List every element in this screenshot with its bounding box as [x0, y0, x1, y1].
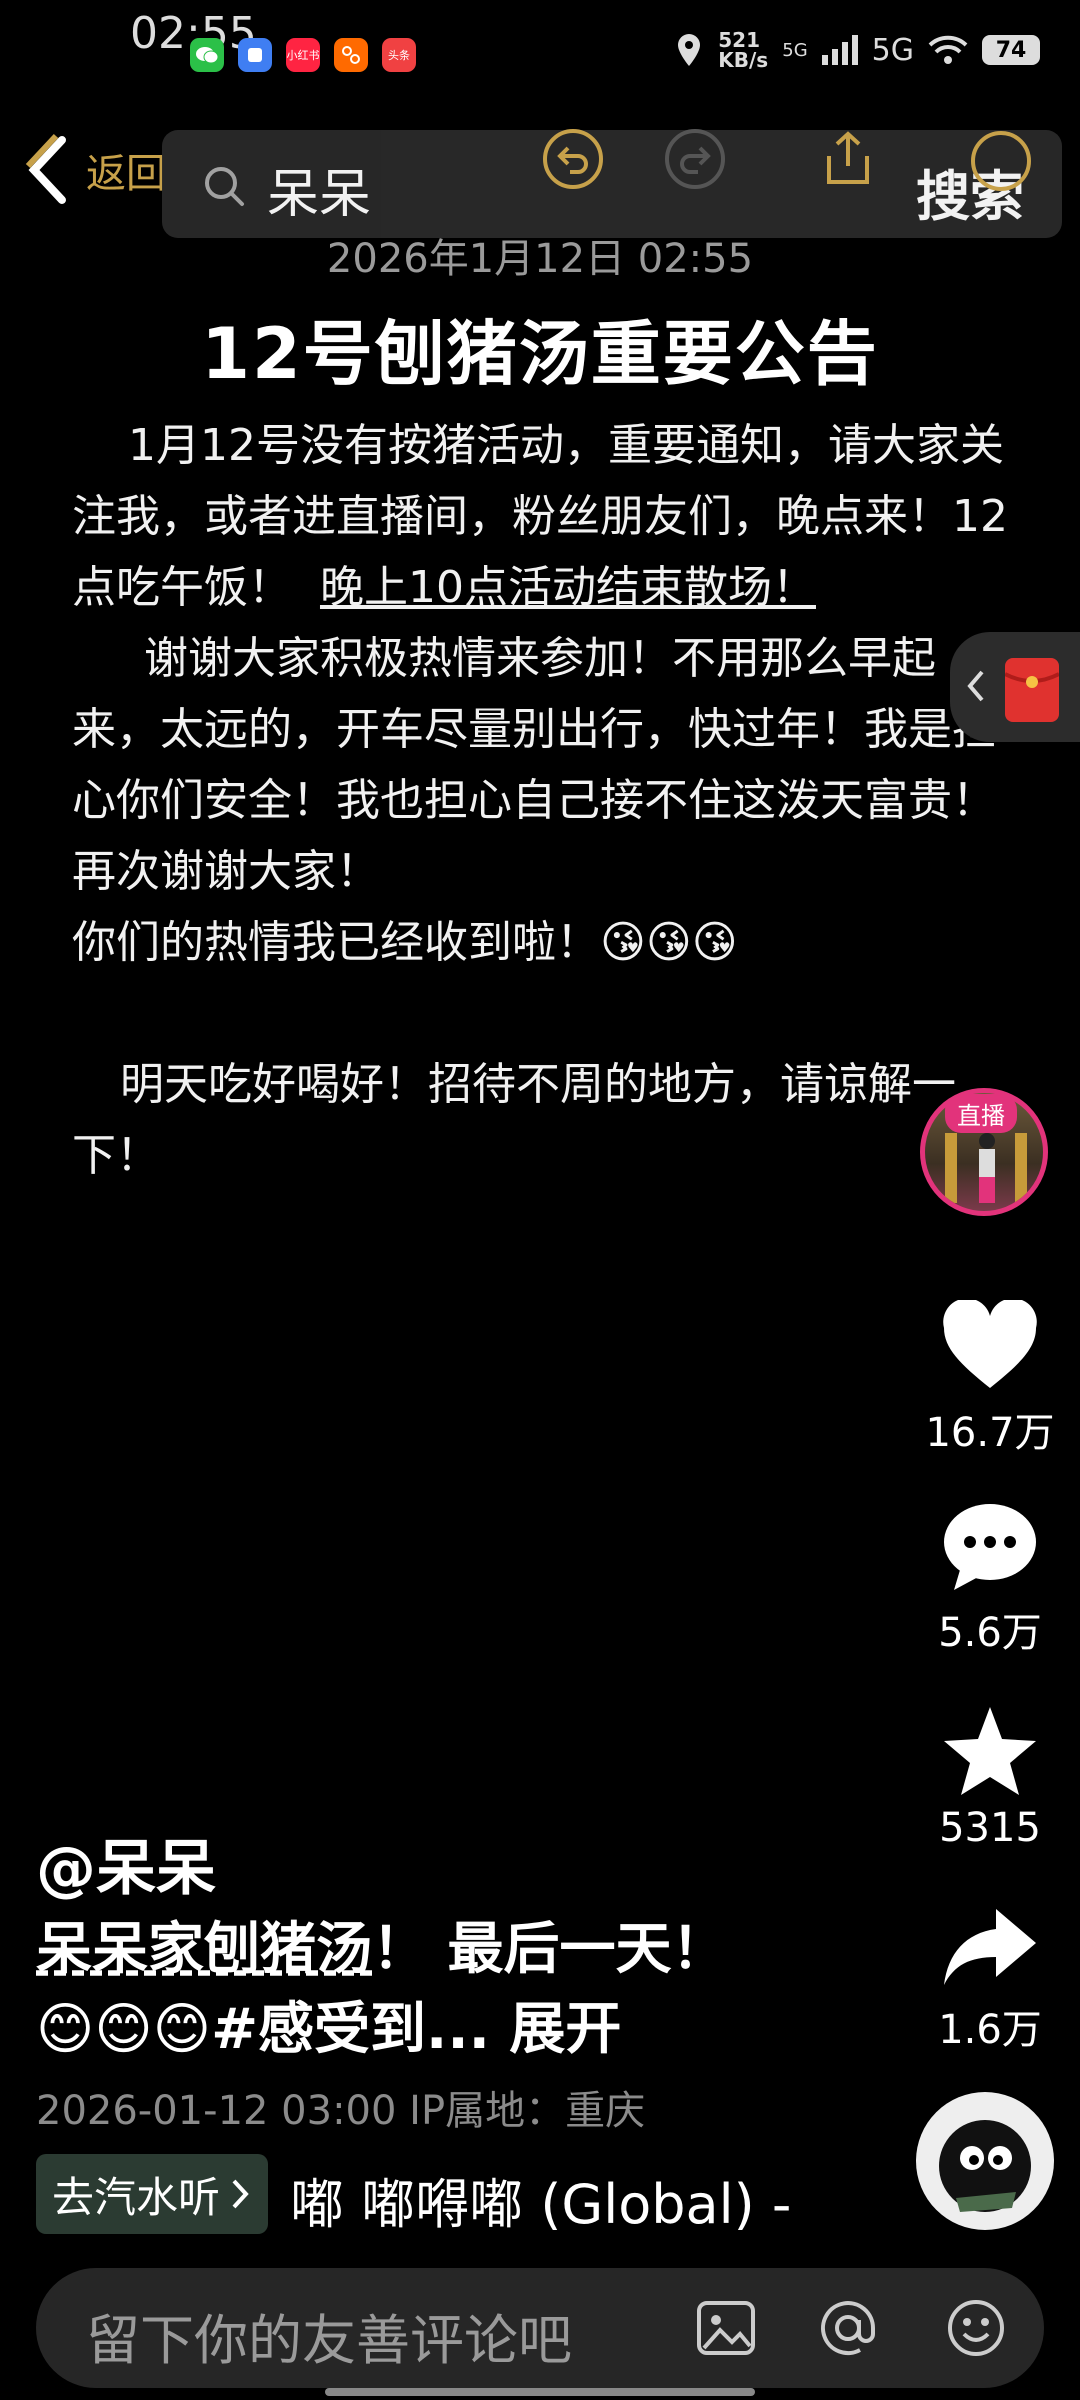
- heart-icon: [943, 1298, 1037, 1388]
- like-count: 16.7万: [925, 1410, 1055, 1456]
- comment-bar[interactable]: 留下你的友善评论吧: [36, 2268, 1044, 2388]
- status-bar: 02:55 小红书 头条 521 KB/s 5G 5G 74: [0, 0, 1080, 120]
- toutiao-icon: 头条: [382, 38, 416, 72]
- comment-button[interactable]: 5.6万: [920, 1500, 1060, 1658]
- at-icon[interactable]: [818, 2298, 878, 2358]
- signal-icon: [821, 35, 858, 65]
- like-button[interactable]: 16.7万: [920, 1298, 1060, 1458]
- post-date: 2026年1月12日 02:55: [326, 236, 754, 282]
- network-type: 5G: [782, 39, 808, 61]
- wifi-icon: [928, 35, 968, 64]
- post-paragraph: 明天吃好喝好！招待不周的地方，请谅解一下！: [72, 1059, 956, 1181]
- share-arrow-icon: [944, 1909, 1036, 1985]
- redo-icon[interactable]: [662, 126, 728, 192]
- live-badge: 直播: [945, 1094, 1017, 1133]
- music-tag[interactable]: 去汽水听: [36, 2154, 269, 2234]
- comment-icon: [944, 1504, 1036, 1590]
- home-indicator[interactable]: [325, 2388, 755, 2396]
- video-description: 呆呆家刨猪汤！ 最后一天！ 😊😊😊#感受到... 展开: [36, 1917, 728, 2062]
- net-speed: 521 KB/s: [718, 28, 769, 72]
- expand-button[interactable]: 展开: [509, 1997, 621, 2062]
- emoji-icon[interactable]: [946, 2298, 1006, 2358]
- author-name[interactable]: @呆呆: [36, 1820, 216, 1907]
- back-label: 返回: [86, 151, 166, 197]
- comment-input[interactable]: 留下你的友善评论吧: [86, 2296, 572, 2375]
- post-paragraph: 你们的热情我已经收到啦！😘😘😘: [72, 917, 738, 968]
- emoji-icon[interactable]: [968, 128, 1034, 194]
- chevron-right-icon: [232, 2179, 249, 2209]
- share-button[interactable]: 1.6万: [920, 1905, 1060, 2055]
- post-paragraph: 谢谢大家积极热情来参加！不用那么早起来，太远的，开车尽量别出行，快过年！我是担心…: [72, 633, 996, 897]
- taobao-icon: [334, 38, 368, 72]
- star-icon: [944, 1707, 1036, 1795]
- post-meta: 2026-01-12 03:00 IP属地：重庆: [36, 2088, 646, 2134]
- red-packet-icon[interactable]: [1004, 658, 1060, 722]
- image-icon[interactable]: [696, 2300, 756, 2356]
- chevron-left-icon: [967, 670, 984, 702]
- notification-icons: 小红书 头条: [190, 38, 416, 72]
- undo-icon[interactable]: [540, 126, 606, 192]
- favorite-button[interactable]: 5315: [920, 1705, 1060, 1851]
- share-count: 1.6万: [938, 2007, 1042, 2053]
- music-disc[interactable]: [916, 2092, 1054, 2230]
- post-paragraph: 1月12号没有按猪活动，重要通知，请大家关注我，或者进直播间，粉丝朋友们，晚点来…: [72, 420, 1008, 613]
- search-icon: [205, 167, 244, 206]
- location-icon: [678, 34, 701, 66]
- generic-app-icon: [238, 38, 272, 72]
- comment-count: 5.6万: [938, 1610, 1042, 1656]
- chevron-left-icon: [25, 133, 66, 204]
- system-indicators: 521 KB/s 5G 5G 74: [674, 30, 1040, 70]
- network-type-main: 5G: [871, 32, 914, 68]
- post-paragraph-underlined: 晚上10点活动结束散场！: [319, 562, 816, 613]
- wechat-icon: [190, 38, 224, 72]
- battery-indicator: 74: [982, 35, 1040, 65]
- description-link[interactable]: 呆呆家刨猪汤: [36, 1917, 372, 1982]
- search-input[interactable]: 呆呆: [267, 152, 371, 227]
- xiaohongshu-icon: 小红书: [286, 38, 320, 72]
- music-title: 嘟 嘟嘚嘟 (Global) -: [290, 2173, 792, 2236]
- search-bar[interactable]: 呆呆 搜索: [162, 130, 1062, 238]
- back-button[interactable]: 返回: [20, 120, 180, 220]
- post-body: 1月12号没有按猪活动，重要通知，请大家关注我，或者进直播间，粉丝朋友们，晚点来…: [72, 410, 1012, 1191]
- post-title: 12号刨猪汤重要公告: [201, 313, 879, 395]
- share-out-icon[interactable]: [815, 126, 881, 192]
- favorite-count: 5315: [939, 1805, 1041, 1851]
